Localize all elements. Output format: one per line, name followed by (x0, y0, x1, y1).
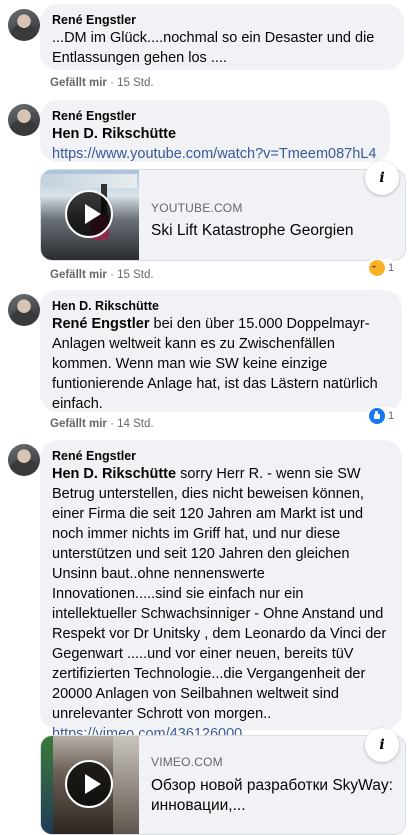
avatar[interactable] (8, 9, 40, 41)
video-thumbnail (41, 170, 139, 260)
card-domain: VIMEO.COM (151, 755, 223, 769)
like-button[interactable]: Gefällt mir (50, 418, 107, 430)
comment-meta: Gefällt mir · 15 Std. (50, 76, 154, 90)
meta-separator: · (106, 77, 118, 89)
comment-time[interactable]: 15 Std. (117, 77, 153, 89)
comment-author[interactable]: René Engstler (52, 448, 390, 464)
avatar[interactable] (8, 444, 40, 476)
card-title[interactable]: Ski Lift Katastrophe Georgien (151, 221, 353, 241)
info-button[interactable]: i (365, 728, 399, 762)
play-icon[interactable] (65, 760, 113, 808)
card-title[interactable]: Обзор новой разработки SkyWay: инновации… (151, 776, 396, 816)
comment-url-link[interactable]: https://www.youtube.com/watch?v=Tmeem087… (52, 144, 378, 164)
comment-bubble: René Engstler ...DM im Glück....nochmal … (40, 4, 404, 70)
comment: René Engstler Hen D. Rikschütte https://… (0, 96, 418, 286)
comment-meta: Gefällt mir · 14 Std. (50, 417, 154, 431)
link-preview-card[interactable]: VIMEO.COM Обзор новой разработки SkyWay:… (40, 735, 406, 835)
comment-text: ...DM im Glück....nochmal so ein Desaste… (52, 30, 375, 66)
mention-link[interactable]: Hen D. Rikschütte (52, 466, 176, 482)
comment-body: sorry Herr R. - wenn sie SW Betrug unter… (52, 466, 387, 722)
comment: Hen D. Rikschütte René Engstler bei den … (0, 286, 418, 436)
avatar[interactable] (8, 104, 40, 136)
info-icon: i (379, 737, 385, 753)
card-domain: YOUTUBE.COM (151, 201, 243, 215)
comment-text: René Engstler bei den über 15.000 Doppel… (52, 314, 390, 414)
comment-time[interactable]: 15 Std. (117, 269, 153, 281)
comment-author[interactable]: Hen D. Rikschütte (52, 298, 390, 314)
info-button[interactable]: i (365, 161, 399, 195)
comment-bubble: René Engstler Hen D. Rikschütte https://… (40, 100, 390, 162)
comment-author[interactable]: René Engstler (52, 12, 392, 28)
like-thumb-icon (369, 408, 385, 425)
info-icon: i (379, 170, 385, 186)
comment-author[interactable]: René Engstler (52, 108, 378, 124)
comment-meta: Gefällt mir · 15 Std. (50, 268, 154, 282)
reaction-count: 1 (388, 262, 395, 275)
like-button[interactable]: Gefällt mir (50, 269, 107, 281)
mention-link[interactable]: Hen D. Rikschütte (52, 124, 378, 144)
comment-bubble: Hen D. Rikschütte René Engstler bei den … (40, 290, 402, 412)
video-thumbnail (41, 736, 139, 834)
sad-emoji-icon (369, 260, 385, 277)
mention-link[interactable]: René Engstler (52, 316, 150, 332)
meta-separator: · (106, 269, 118, 281)
reaction-summary[interactable]: 1 (366, 407, 398, 426)
comment: René Engstler ...DM im Glück....nochmal … (0, 0, 418, 95)
meta-separator: · (106, 418, 118, 430)
comment-time[interactable]: 14 Std. (117, 418, 153, 430)
avatar[interactable] (8, 294, 40, 326)
reaction-summary[interactable]: 1 (366, 259, 398, 278)
link-preview-card[interactable]: YOUTUBE.COM Ski Lift Katastrophe Georgie… (40, 169, 406, 261)
comment-bubble: René Engstler Hen D. Rikschütte sorry He… (40, 440, 402, 742)
comment: René Engstler Hen D. Rikschütte sorry He… (0, 436, 418, 835)
reaction-count: 1 (388, 410, 395, 423)
play-icon[interactable] (65, 190, 113, 238)
like-button[interactable]: Gefällt mir (50, 77, 107, 89)
comment-text: Hen D. Rikschütte sorry Herr R. - wenn s… (52, 464, 390, 724)
